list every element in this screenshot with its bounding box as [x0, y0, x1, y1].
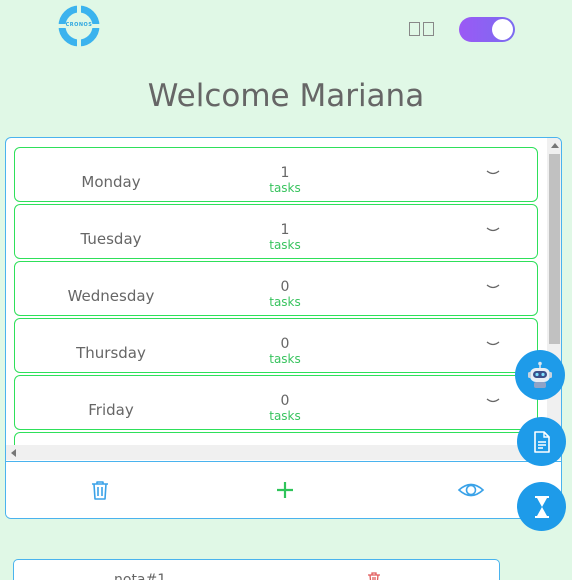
task-count: 0 — [280, 393, 290, 409]
scroll-up-arrow-icon[interactable] — [551, 143, 559, 148]
robot-icon — [528, 361, 552, 388]
note-title: nota#1 — [114, 572, 167, 580]
task-unit: tasks — [269, 352, 301, 366]
chevron-down-icon[interactable] — [485, 168, 501, 178]
week-card: Monday 1 tasks Tuesday 1 tasks Wednesday… — [5, 137, 562, 519]
plus-icon[interactable] — [273, 478, 297, 502]
chevron-down-icon[interactable] — [485, 396, 501, 406]
task-count: 0 — [280, 279, 290, 295]
day-name: Wednesday — [67, 287, 155, 305]
day-row-monday[interactable]: Monday 1 tasks — [14, 147, 538, 202]
hourglass-icon — [534, 495, 549, 518]
app-logo[interactable]: CRONOS — [58, 5, 100, 47]
days-list[interactable]: Monday 1 tasks Tuesday 1 tasks Wednesday… — [6, 138, 547, 445]
language-box-2[interactable] — [423, 22, 434, 36]
task-unit: tasks — [269, 181, 301, 195]
vertical-scrollbar[interactable] — [547, 138, 561, 460]
task-count: 0 — [280, 336, 290, 352]
welcome-heading: Welcome Mariana — [147, 78, 425, 114]
day-name: Monday — [81, 173, 141, 191]
language-selector[interactable] — [409, 22, 434, 36]
note-card[interactable]: nota#1 — [13, 559, 500, 580]
language-box-1[interactable] — [409, 22, 420, 36]
day-row-thursday[interactable]: Thursday 0 tasks — [14, 318, 538, 373]
theme-toggle[interactable] — [459, 17, 515, 42]
chevron-down-icon[interactable] — [485, 339, 501, 349]
task-unit: tasks — [269, 409, 301, 423]
logo-text: CRONOS — [65, 22, 93, 28]
horizontal-scrollbar[interactable] — [6, 445, 547, 460]
scrollbar-thumb[interactable] — [549, 154, 560, 344]
page: CRONOS Welcome Mariana Monday 1 tasks Tu… — [0, 0, 572, 580]
chevron-down-icon[interactable] — [485, 282, 501, 292]
toggle-knob — [492, 19, 513, 40]
task-count: 1 — [280, 222, 290, 238]
timer-fab[interactable] — [517, 482, 566, 531]
task-unit: tasks — [269, 295, 301, 309]
card-footer — [6, 461, 561, 518]
day-name: Tuesday — [80, 230, 142, 248]
document-icon — [533, 430, 550, 453]
day-row-friday[interactable]: Friday 0 tasks — [14, 375, 538, 430]
day-row-next[interactable] — [14, 432, 538, 445]
day-row-wednesday[interactable]: Wednesday 0 tasks — [14, 261, 538, 316]
eye-icon[interactable] — [457, 478, 485, 502]
chevron-down-icon[interactable] — [485, 225, 501, 235]
day-name: Friday — [88, 401, 134, 419]
notes-fab[interactable] — [517, 417, 566, 466]
task-unit: tasks — [269, 238, 301, 252]
delete-note-icon[interactable] — [366, 571, 382, 580]
task-count: 1 — [280, 165, 290, 181]
scroll-left-arrow-icon[interactable] — [11, 449, 16, 457]
day-name: Thursday — [76, 344, 146, 362]
assistant-fab[interactable] — [515, 350, 565, 400]
trash-icon[interactable] — [88, 478, 112, 502]
day-row-tuesday[interactable]: Tuesday 1 tasks — [14, 204, 538, 259]
